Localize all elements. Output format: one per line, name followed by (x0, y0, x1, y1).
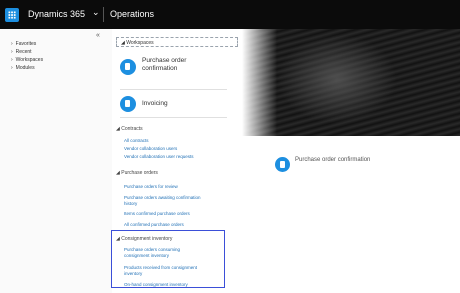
tile-label: Purchase order confirmation (142, 57, 187, 72)
pinned-tile-purchase-order-confirmation[interactable]: Purchase order confirmation (275, 155, 375, 179)
tile-purchase-order-confirmation[interactable]: Purchase order confirmation (120, 53, 227, 90)
document-icon (120, 96, 136, 112)
link-vendor-collaboration-users[interactable]: Vendor collaboration users (124, 146, 232, 152)
link-items-confirmed-po[interactable]: Items confirmed purchase orders (124, 211, 232, 217)
nav-item-workspaces[interactable]: › Workspaces (11, 57, 43, 63)
link-purchase-orders-for-review[interactable]: Purchase orders for review (124, 184, 232, 190)
divider (103, 7, 104, 22)
section-purchase-orders[interactable]: ◢ Purchase orders (116, 170, 158, 176)
highlight-box (111, 230, 225, 288)
top-bar: Dynamics 365 ⌄ Operations (0, 0, 460, 29)
pinned-tile-label: Purchase order confirmation (295, 157, 371, 163)
link-all-confirmed-po[interactable]: All confirmed purchase orders (124, 222, 232, 228)
navigation-pane: « › Favorites › Recent › Workspaces › Module… (0, 29, 113, 293)
link-vendor-collaboration-user-requests[interactable]: Vendor collaboration user requests (124, 154, 232, 160)
document-icon (275, 157, 290, 172)
document-icon (120, 59, 136, 75)
tile-invoicing[interactable]: Invoicing (120, 93, 227, 125)
link-po-awaiting-confirmation[interactable]: Purchase orders awaiting confirmation hi… (124, 195, 204, 206)
nav-item-modules[interactable]: › Modules (11, 65, 35, 71)
section-contracts[interactable]: ◢ Contracts (116, 126, 143, 132)
workspaces-header[interactable]: ◢ Workspaces (116, 37, 238, 47)
app-name[interactable]: Operations (110, 9, 154, 19)
nav-item-favorites[interactable]: › Favorites (11, 41, 36, 47)
app-launcher-icon[interactable] (5, 8, 19, 22)
chevron-down-icon[interactable]: ⌄ (92, 7, 100, 18)
collapse-icon[interactable]: « (96, 32, 100, 39)
tile-label: Invoicing (142, 100, 168, 107)
nav-item-recent[interactable]: › Recent (11, 49, 32, 55)
link-all-contracts[interactable]: All contracts (124, 138, 232, 144)
brand-title[interactable]: Dynamics 365 (28, 9, 85, 19)
hero-banner-image (242, 29, 460, 136)
